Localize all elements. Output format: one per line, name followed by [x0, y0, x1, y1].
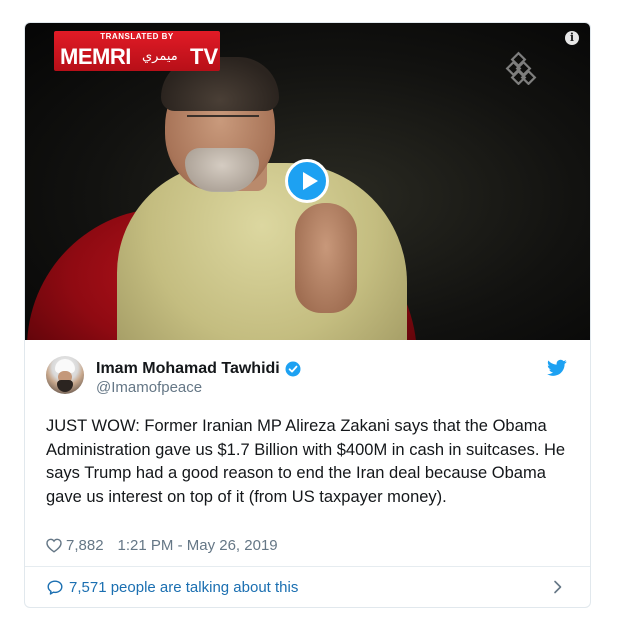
heart-icon[interactable] — [46, 538, 62, 553]
embedded-tweet-card: TRANSLATED BY MEMRI ميمري TV i Imam Moha… — [24, 22, 591, 608]
play-icon[interactable] — [285, 159, 329, 203]
author-handle[interactable]: @Imamofpeace — [96, 379, 202, 396]
author-name[interactable]: Imam Mohamad Tawhidi — [96, 360, 280, 378]
avatar[interactable] — [46, 356, 84, 394]
speaker-hands-shape — [295, 203, 357, 313]
verified-badge-icon — [285, 361, 301, 377]
speaker-glasses-shape — [187, 115, 259, 131]
speech-bubble-icon — [47, 580, 63, 595]
author-row: Imam Mohamad Tawhidi — [96, 359, 301, 379]
channel-logo-icon — [505, 51, 537, 85]
memri-tv-logo: TRANSLATED BY MEMRI ميمري TV — [54, 31, 220, 71]
talking-about-text[interactable]: 7,571 people are talking about this — [69, 579, 298, 596]
info-icon[interactable]: i — [565, 31, 579, 45]
video-media[interactable]: TRANSLATED BY MEMRI ميمري TV i — [25, 23, 590, 340]
tweet-meta: 7,882 1:21 PM - May 26, 2019 — [46, 534, 278, 556]
badge-translated-by: TRANSLATED BY — [100, 32, 174, 41]
badge-memri: MEMRI — [60, 44, 131, 69]
avatar-beard-shape — [57, 380, 73, 392]
twitter-bird-icon[interactable] — [547, 359, 567, 377]
talking-about-link[interactable]: 7,571 people are talking about this — [25, 567, 590, 607]
badge-arabic: ميمري — [142, 49, 178, 64]
chevron-right-icon[interactable] — [553, 580, 563, 594]
like-count[interactable]: 7,882 — [66, 537, 104, 554]
tweet-text: JUST WOW: Former Iranian MP Alireza Zaka… — [46, 417, 566, 506]
speaker-beard-shape — [185, 148, 259, 192]
tweet-timestamp[interactable]: 1:21 PM - May 26, 2019 — [118, 537, 278, 554]
badge-tv: TV — [190, 44, 219, 69]
